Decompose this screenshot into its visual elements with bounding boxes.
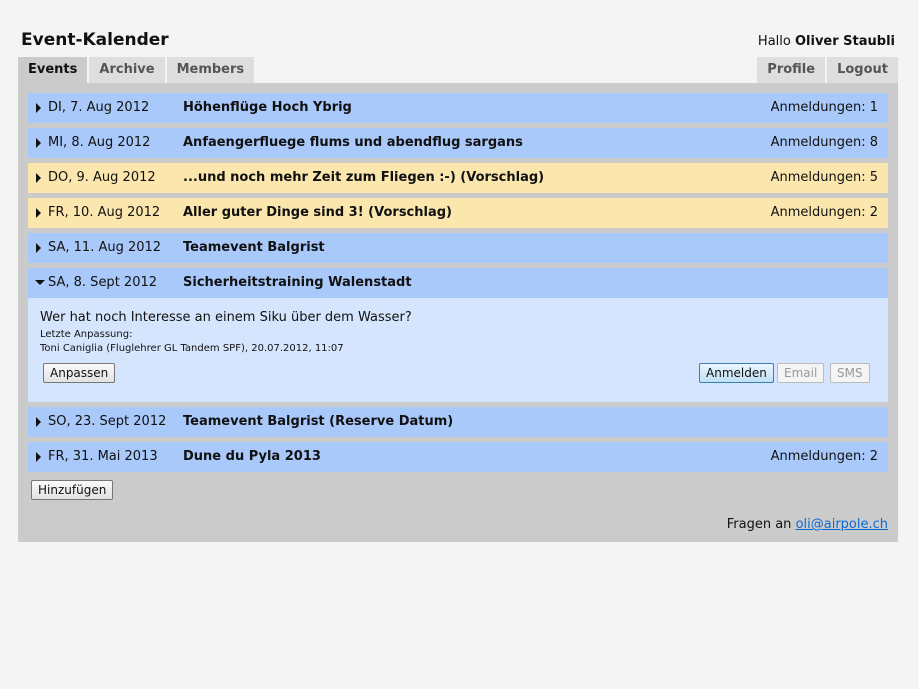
add-event-button[interactable]: Hinzufügen (31, 480, 114, 500)
collapse-arrow-icon (35, 280, 45, 285)
sms-button[interactable]: SMS (830, 363, 870, 383)
tab-logout[interactable]: Logout (827, 57, 898, 83)
event-registrations: Anmeldungen: 1 (770, 100, 878, 115)
event-row[interactable]: SA, 11. Aug 2012 Teamevent Balgrist (28, 233, 888, 263)
event-registrations: Anmeldungen: 2 (770, 449, 878, 464)
event-details: Wer hat noch Interesse an einem Siku übe… (28, 298, 888, 402)
edit-button[interactable]: Anpassen (43, 363, 116, 383)
event-registrations: Anmeldungen: 2 (770, 205, 878, 220)
greeting-prefix: Hallo (757, 34, 791, 49)
event-title: Höhenflüge Hoch Ybrig (183, 100, 352, 115)
event-title: Dune du Pyla 2013 (183, 449, 321, 464)
event-registrations: Anmeldungen: 5 (770, 170, 878, 185)
event-title: Aller guter Dinge sind 3! (Vorschlag) (183, 205, 452, 220)
event-registrations: Anmeldungen: 8 (770, 135, 878, 150)
event-row-expanded[interactable]: SA, 8. Sept 2012 Sicherheitstraining Wal… (28, 268, 888, 298)
event-date: SA, 11. Aug 2012 (48, 240, 162, 255)
tab-members[interactable]: Members (166, 57, 255, 83)
event-date: FR, 10. Aug 2012 (48, 205, 161, 220)
tab-profile[interactable]: Profile (757, 57, 826, 83)
user-name: Oliver Staubli (794, 34, 895, 49)
expand-arrow-icon (36, 103, 41, 113)
event-title: Anfaengerfluege flums und abendflug sarg… (183, 135, 523, 150)
event-date: DI, 7. Aug 2012 (48, 100, 150, 115)
expand-arrow-icon (36, 243, 41, 253)
event-title: Teamevent Balgrist (183, 240, 325, 255)
expand-arrow-icon (36, 138, 41, 148)
tab-events[interactable]: Events (18, 57, 88, 83)
last-modified-by: Toni Caniglia (Fluglehrer GL Tandem SPF)… (40, 343, 344, 354)
account-tabs: Profile Logout (755, 57, 898, 83)
event-row[interactable]: FR, 31. Mai 2013 Dune du Pyla 2013 Anmel… (28, 442, 888, 472)
event-title: ...und noch mehr Zeit zum Fliegen :-) (V… (183, 170, 545, 185)
user-greeting: Hallo Oliver Staubli (758, 34, 895, 49)
main-tabs: Events Archive Members (18, 57, 256, 83)
event-row[interactable]: DO, 9. Aug 2012 ...und noch mehr Zeit zu… (28, 163, 888, 193)
event-date: DO, 9. Aug 2012 (48, 170, 156, 185)
contact-email-link[interactable]: oli@airpole.ch (796, 517, 888, 532)
event-title: Teamevent Balgrist (Reserve Datum) (183, 414, 454, 429)
expand-arrow-icon (36, 417, 41, 427)
event-row[interactable]: SO, 23. Sept 2012 Teamevent Balgrist (Re… (28, 407, 888, 437)
footer-text: Fragen an (726, 517, 792, 532)
event-title: Sicherheitstraining Walenstadt (183, 275, 412, 290)
event-date: FR, 31. Mai 2013 (48, 449, 158, 464)
event-date: SA, 8. Sept 2012 (48, 275, 158, 290)
email-button[interactable]: Email (777, 363, 825, 383)
register-button[interactable]: Anmelden (699, 363, 774, 383)
expand-arrow-icon (36, 452, 41, 462)
footer-contact: Fragen an oli@airpole.ch (727, 517, 888, 532)
expand-arrow-icon (36, 173, 41, 183)
event-row[interactable]: DI, 7. Aug 2012 Höhenflüge Hoch Ybrig An… (28, 93, 888, 123)
expand-arrow-icon (36, 208, 41, 218)
event-row[interactable]: FR, 10. Aug 2012 Aller guter Dinge sind … (28, 198, 888, 228)
tab-archive[interactable]: Archive (89, 57, 165, 83)
events-panel: DI, 7. Aug 2012 Höhenflüge Hoch Ybrig An… (18, 83, 898, 542)
event-date: MI, 8. Aug 2012 (48, 135, 151, 150)
event-description: Wer hat noch Interesse an einem Siku übe… (40, 310, 412, 325)
last-modified-label: Letzte Anpassung: (40, 329, 133, 340)
event-row[interactable]: MI, 8. Aug 2012 Anfaengerfluege flums un… (28, 128, 888, 158)
page-title: Event-Kalender (21, 30, 169, 50)
event-date: SO, 23. Sept 2012 (48, 414, 167, 429)
